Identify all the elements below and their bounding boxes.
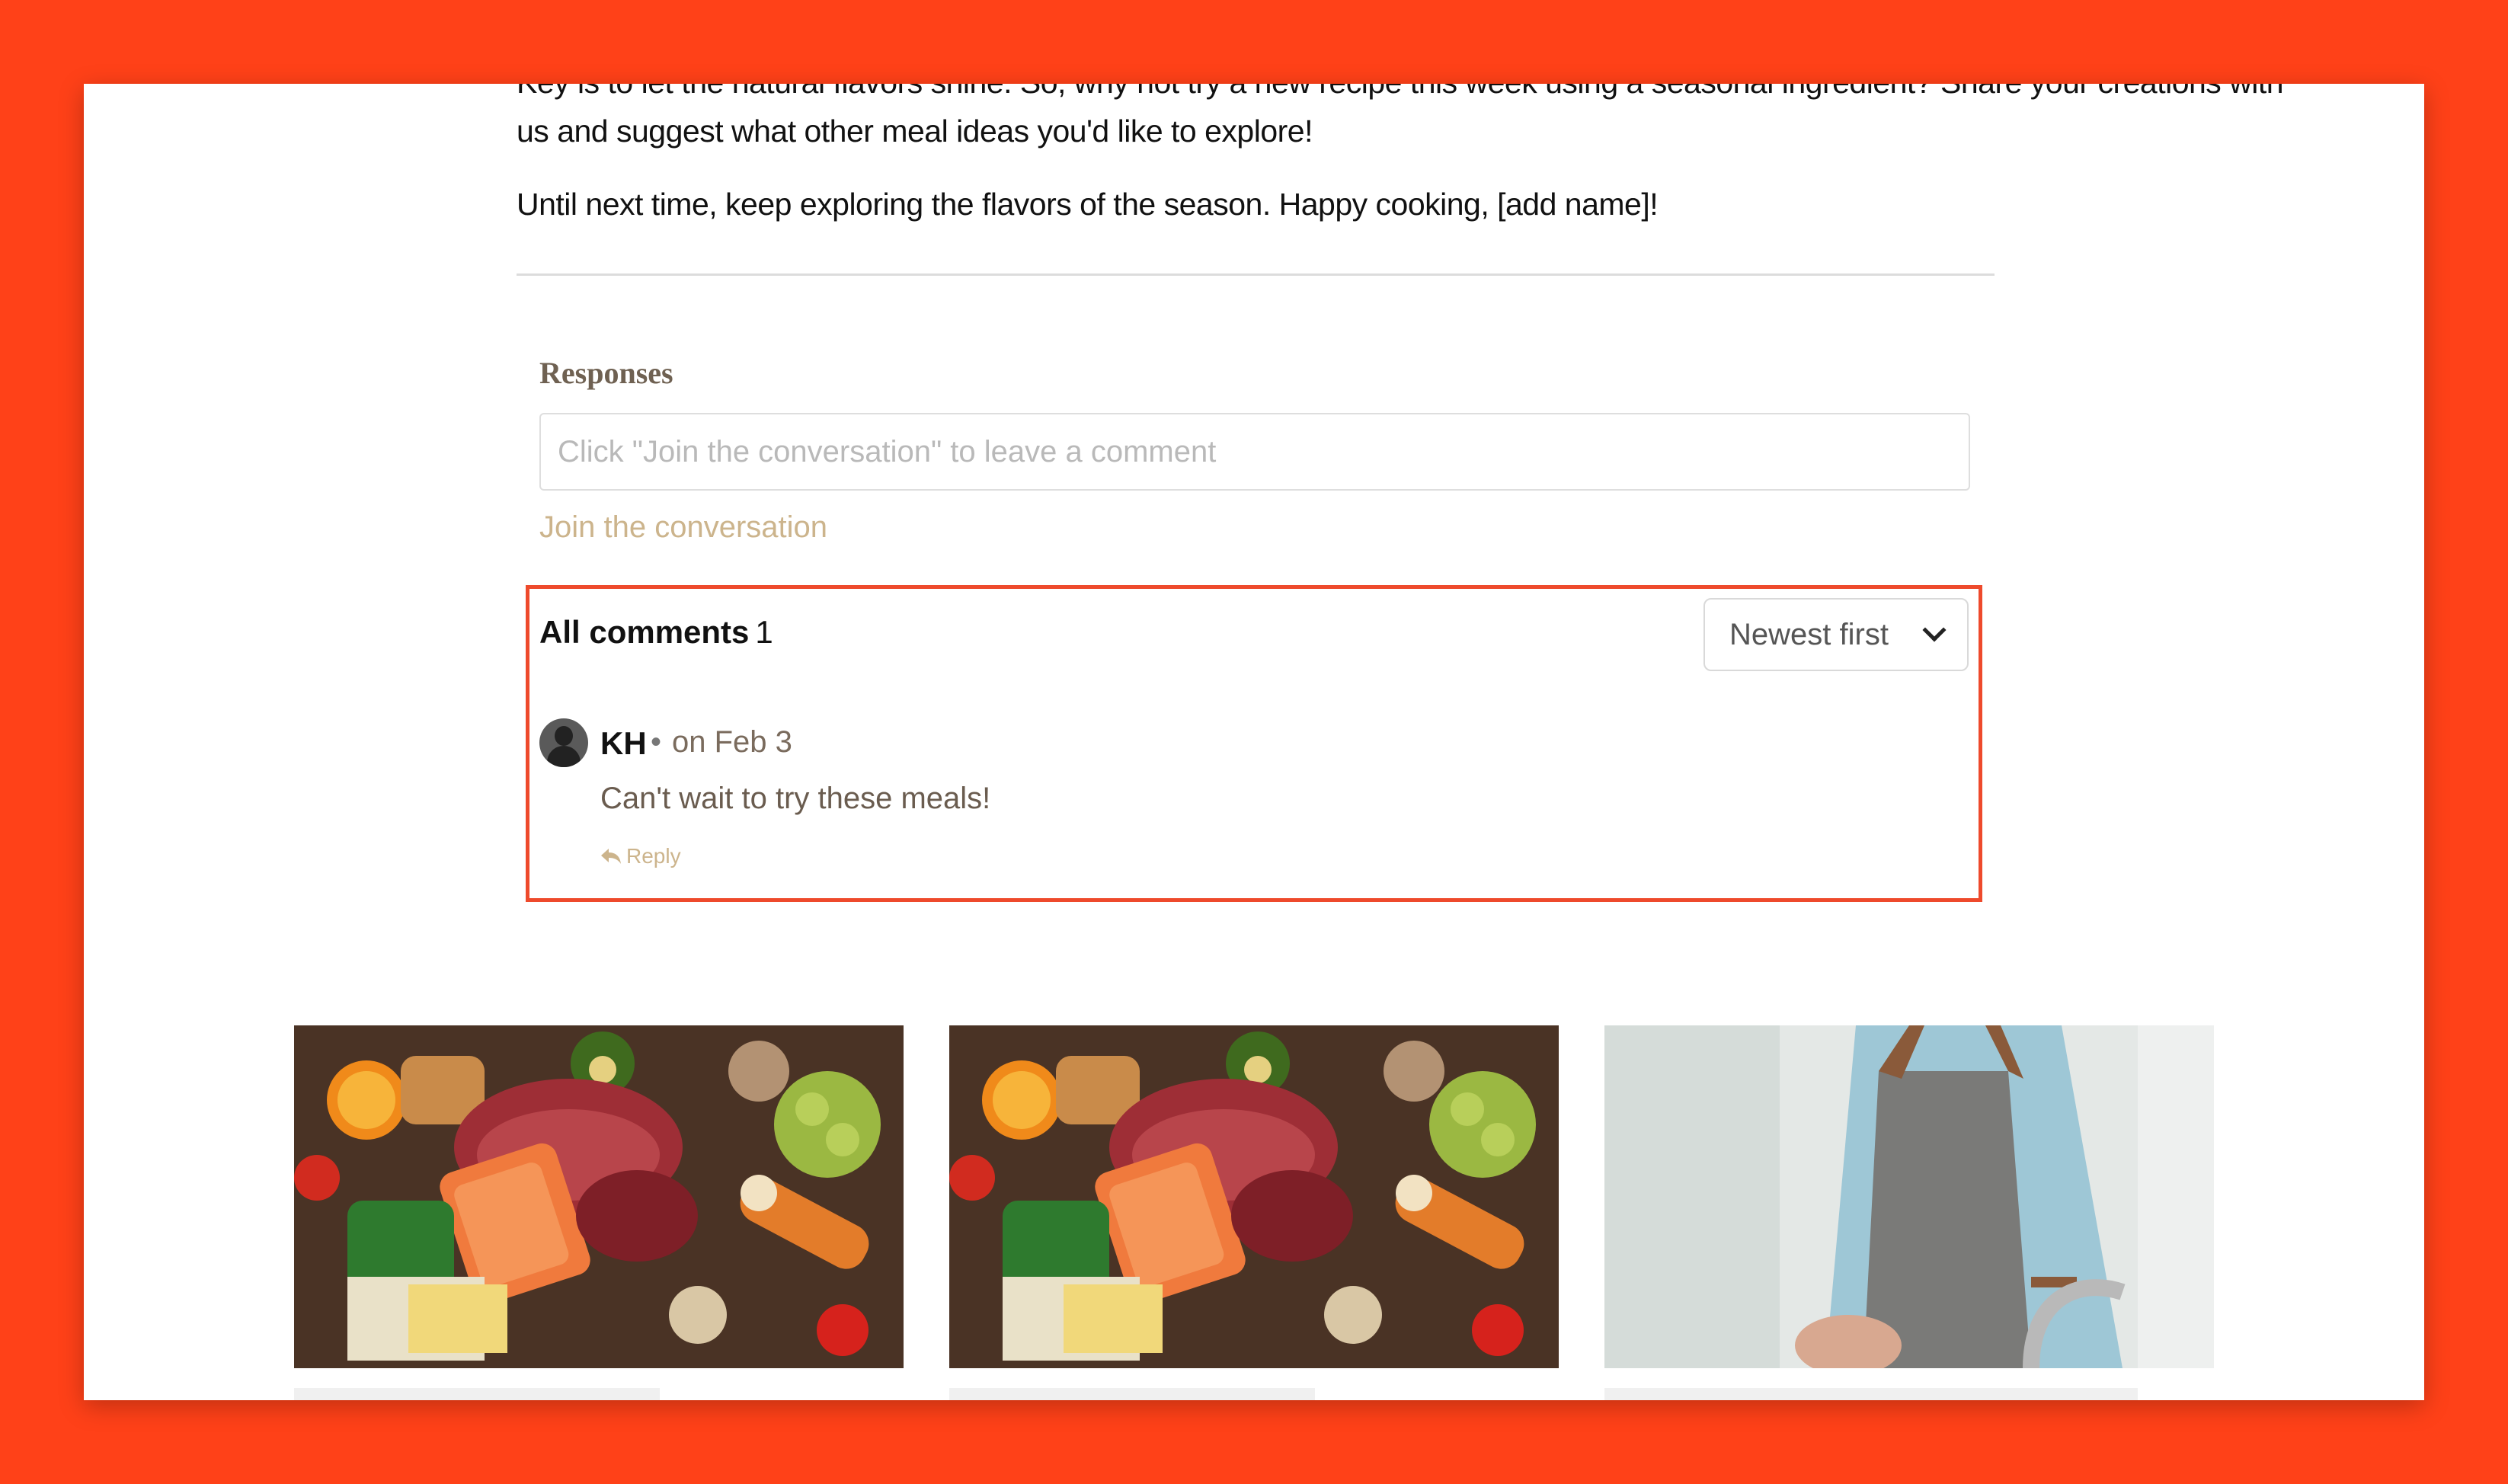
comment-date: on Feb 3 bbox=[672, 725, 792, 759]
avatar-head bbox=[555, 726, 573, 746]
article-paragraph-rest: us and suggest what other meal ideas you… bbox=[517, 114, 1313, 149]
sort-dropdown[interactable]: Newest first bbox=[1703, 598, 1969, 671]
food-spread-image bbox=[949, 1025, 1559, 1368]
chevron-down-icon bbox=[1922, 618, 1947, 642]
related-card-image-1[interactable] bbox=[294, 1025, 904, 1368]
food-spread-image bbox=[294, 1025, 904, 1368]
related-card-title-1 bbox=[294, 1388, 660, 1400]
sort-dropdown-label: Newest first bbox=[1729, 617, 1889, 651]
comments-count: 1 bbox=[755, 614, 773, 650]
avatar-body bbox=[547, 746, 581, 767]
reply-label: Reply bbox=[626, 844, 681, 868]
article-closing-text: Until next time, keep exploring the flav… bbox=[517, 187, 1659, 222]
article-paragraph-partial: Key is to let the natural flavors shine.… bbox=[517, 84, 2284, 107]
comment-separator: • bbox=[651, 725, 662, 759]
comment-text: Can't wait to try these meals! bbox=[600, 782, 991, 815]
all-comments-label: All comments bbox=[539, 614, 750, 650]
join-conversation-link[interactable]: Join the conversation bbox=[539, 510, 827, 545]
comment-author[interactable]: KH bbox=[600, 725, 647, 762]
related-card-image-2[interactable] bbox=[949, 1025, 1559, 1368]
article-closing: Until next time, keep exploring the flav… bbox=[517, 180, 1995, 229]
browser-window: Key is to let the natural flavors shine.… bbox=[84, 84, 2424, 1400]
related-card-title-2 bbox=[949, 1388, 1315, 1400]
comment-input[interactable]: Click "Join the conversation" to leave a… bbox=[539, 413, 1970, 491]
comment-input-placeholder: Click "Join the conversation" to leave a… bbox=[558, 434, 1217, 469]
article-divider bbox=[517, 273, 1995, 276]
reply-button[interactable]: Reply bbox=[600, 844, 681, 868]
article-paragraph-continued: us and suggest what other meal ideas you… bbox=[517, 107, 1995, 155]
all-comments-header: All comments 1 bbox=[539, 614, 773, 651]
responses-heading: Responses bbox=[539, 356, 673, 390]
reply-icon bbox=[601, 849, 621, 864]
chef-apron-image bbox=[1604, 1025, 2214, 1368]
related-card-image-3[interactable] bbox=[1604, 1025, 2214, 1368]
avatar[interactable] bbox=[539, 718, 588, 767]
related-card-title-3 bbox=[1604, 1388, 2138, 1400]
